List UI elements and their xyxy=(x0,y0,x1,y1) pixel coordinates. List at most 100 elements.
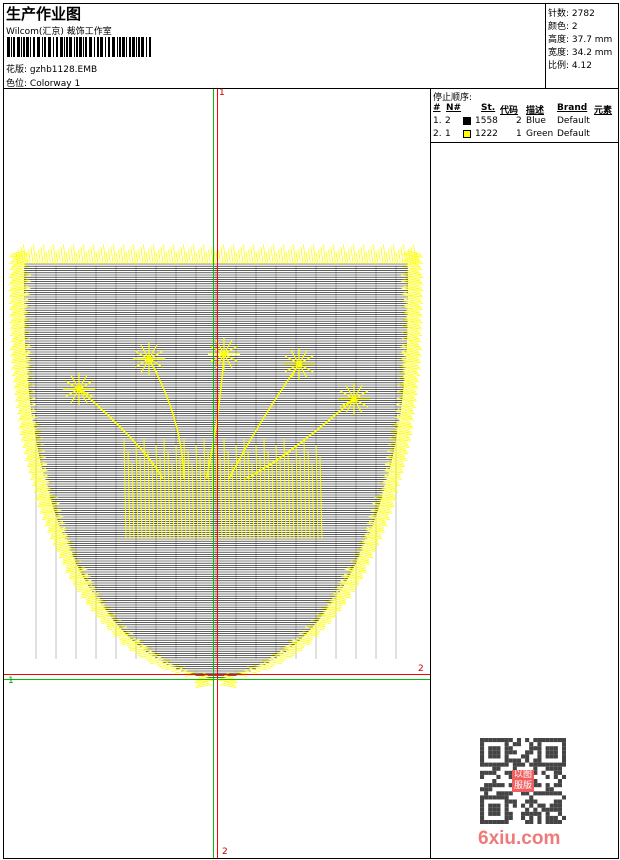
barcode-bar xyxy=(17,37,20,57)
qr-module xyxy=(562,750,566,755)
qr-module xyxy=(500,820,505,824)
color-swatch xyxy=(463,130,471,138)
qr-module xyxy=(533,807,538,812)
qr-module xyxy=(500,762,505,767)
barcode-bar xyxy=(94,37,95,57)
qr-module xyxy=(557,779,562,784)
qr-module xyxy=(557,762,562,767)
qr-module xyxy=(557,766,562,771)
qr-module xyxy=(562,815,566,820)
qr-module xyxy=(537,783,542,788)
qr-module xyxy=(549,738,554,743)
qr-module xyxy=(533,799,538,804)
design-scale: 比例: 4.12 xyxy=(548,61,592,71)
qr-module xyxy=(545,754,550,759)
qr-module xyxy=(545,774,550,779)
barcode-bar xyxy=(122,37,125,57)
qr-module xyxy=(553,750,558,755)
qr-module xyxy=(512,750,517,755)
color-count: 颜色: 2 xyxy=(548,22,578,32)
design-label: 花版: xyxy=(6,65,28,75)
qr-module xyxy=(488,746,493,751)
qr-module xyxy=(488,783,493,788)
qr-module xyxy=(545,750,550,755)
table-row: 1. 2 1558 2 Blue Default xyxy=(433,116,590,126)
qr-module xyxy=(562,774,566,779)
shield-fill xyxy=(24,263,408,678)
qr-module xyxy=(500,795,505,800)
qr-module xyxy=(480,738,485,743)
barcode-bar xyxy=(108,37,110,57)
qr-module xyxy=(549,746,554,751)
col-needle: N# xyxy=(446,103,462,113)
qr-module xyxy=(492,783,497,788)
qr-module xyxy=(537,820,542,824)
qr-module xyxy=(488,754,493,759)
qr-module xyxy=(545,820,550,824)
barcode-bar xyxy=(117,37,118,57)
qr-module xyxy=(484,762,489,767)
qr-module xyxy=(553,803,558,808)
qr-module xyxy=(480,795,485,800)
qr-module xyxy=(496,738,501,743)
qr-module xyxy=(512,803,517,808)
qr-module xyxy=(492,738,497,743)
guide-label-top: 1 xyxy=(219,88,225,98)
barcode-bar xyxy=(138,37,140,57)
qr-module xyxy=(480,750,485,755)
qr-module xyxy=(488,795,493,800)
qr-module xyxy=(484,738,489,743)
barcode-bar xyxy=(42,37,43,57)
qr-module xyxy=(480,754,485,759)
qr-module xyxy=(545,787,550,792)
qr-module xyxy=(545,762,550,767)
col-stitches: St. xyxy=(481,103,496,113)
qr-module xyxy=(557,791,562,796)
qr-module xyxy=(504,770,509,775)
qr-module xyxy=(541,791,546,796)
qr-module xyxy=(488,807,493,812)
guide-horizontal-red[interactable] xyxy=(4,674,430,675)
barcode xyxy=(7,37,151,57)
qr-module xyxy=(484,783,489,788)
qr-module xyxy=(504,738,509,743)
qr-module xyxy=(480,770,485,775)
qr-module xyxy=(562,754,566,759)
guide-vertical-red[interactable] xyxy=(217,89,218,858)
qr-module xyxy=(512,758,517,763)
qr-module xyxy=(496,762,501,767)
qr-module xyxy=(484,787,489,792)
qr-module xyxy=(553,774,558,779)
qr-module xyxy=(484,770,489,775)
page-title: 生产作业图 xyxy=(6,5,82,23)
col-element: 元素 xyxy=(594,106,613,116)
table-row: 2. 1 1222 1 Green Default xyxy=(433,129,590,139)
qr-module xyxy=(492,770,497,775)
qr-module xyxy=(488,820,493,824)
qr-module xyxy=(529,746,534,751)
qr-module xyxy=(557,799,562,804)
guide-vertical-green[interactable] xyxy=(213,89,214,858)
barcode-bar xyxy=(89,37,92,57)
qr-module xyxy=(508,815,513,820)
col-description: 描述 xyxy=(526,106,545,116)
qr-module xyxy=(500,738,505,743)
barcode-bar xyxy=(83,37,84,57)
qr-module xyxy=(480,746,485,751)
barcode-bar xyxy=(44,37,46,57)
barcode-bar xyxy=(48,37,51,57)
barcode-bar xyxy=(76,37,78,57)
qr-module xyxy=(496,820,501,824)
qr-module xyxy=(525,754,530,759)
barcode-bar xyxy=(112,37,115,57)
guide-horizontal-green[interactable] xyxy=(4,679,430,680)
barcode-bar xyxy=(132,37,135,57)
qr-module xyxy=(504,742,509,747)
qr-module xyxy=(529,803,534,808)
design-file: gzhb1128.EMB xyxy=(29,65,98,75)
qr-module xyxy=(562,762,566,767)
qr-module xyxy=(557,807,562,812)
qr-module xyxy=(541,738,546,743)
barcode-bar xyxy=(21,37,22,57)
qr-module xyxy=(521,754,526,759)
